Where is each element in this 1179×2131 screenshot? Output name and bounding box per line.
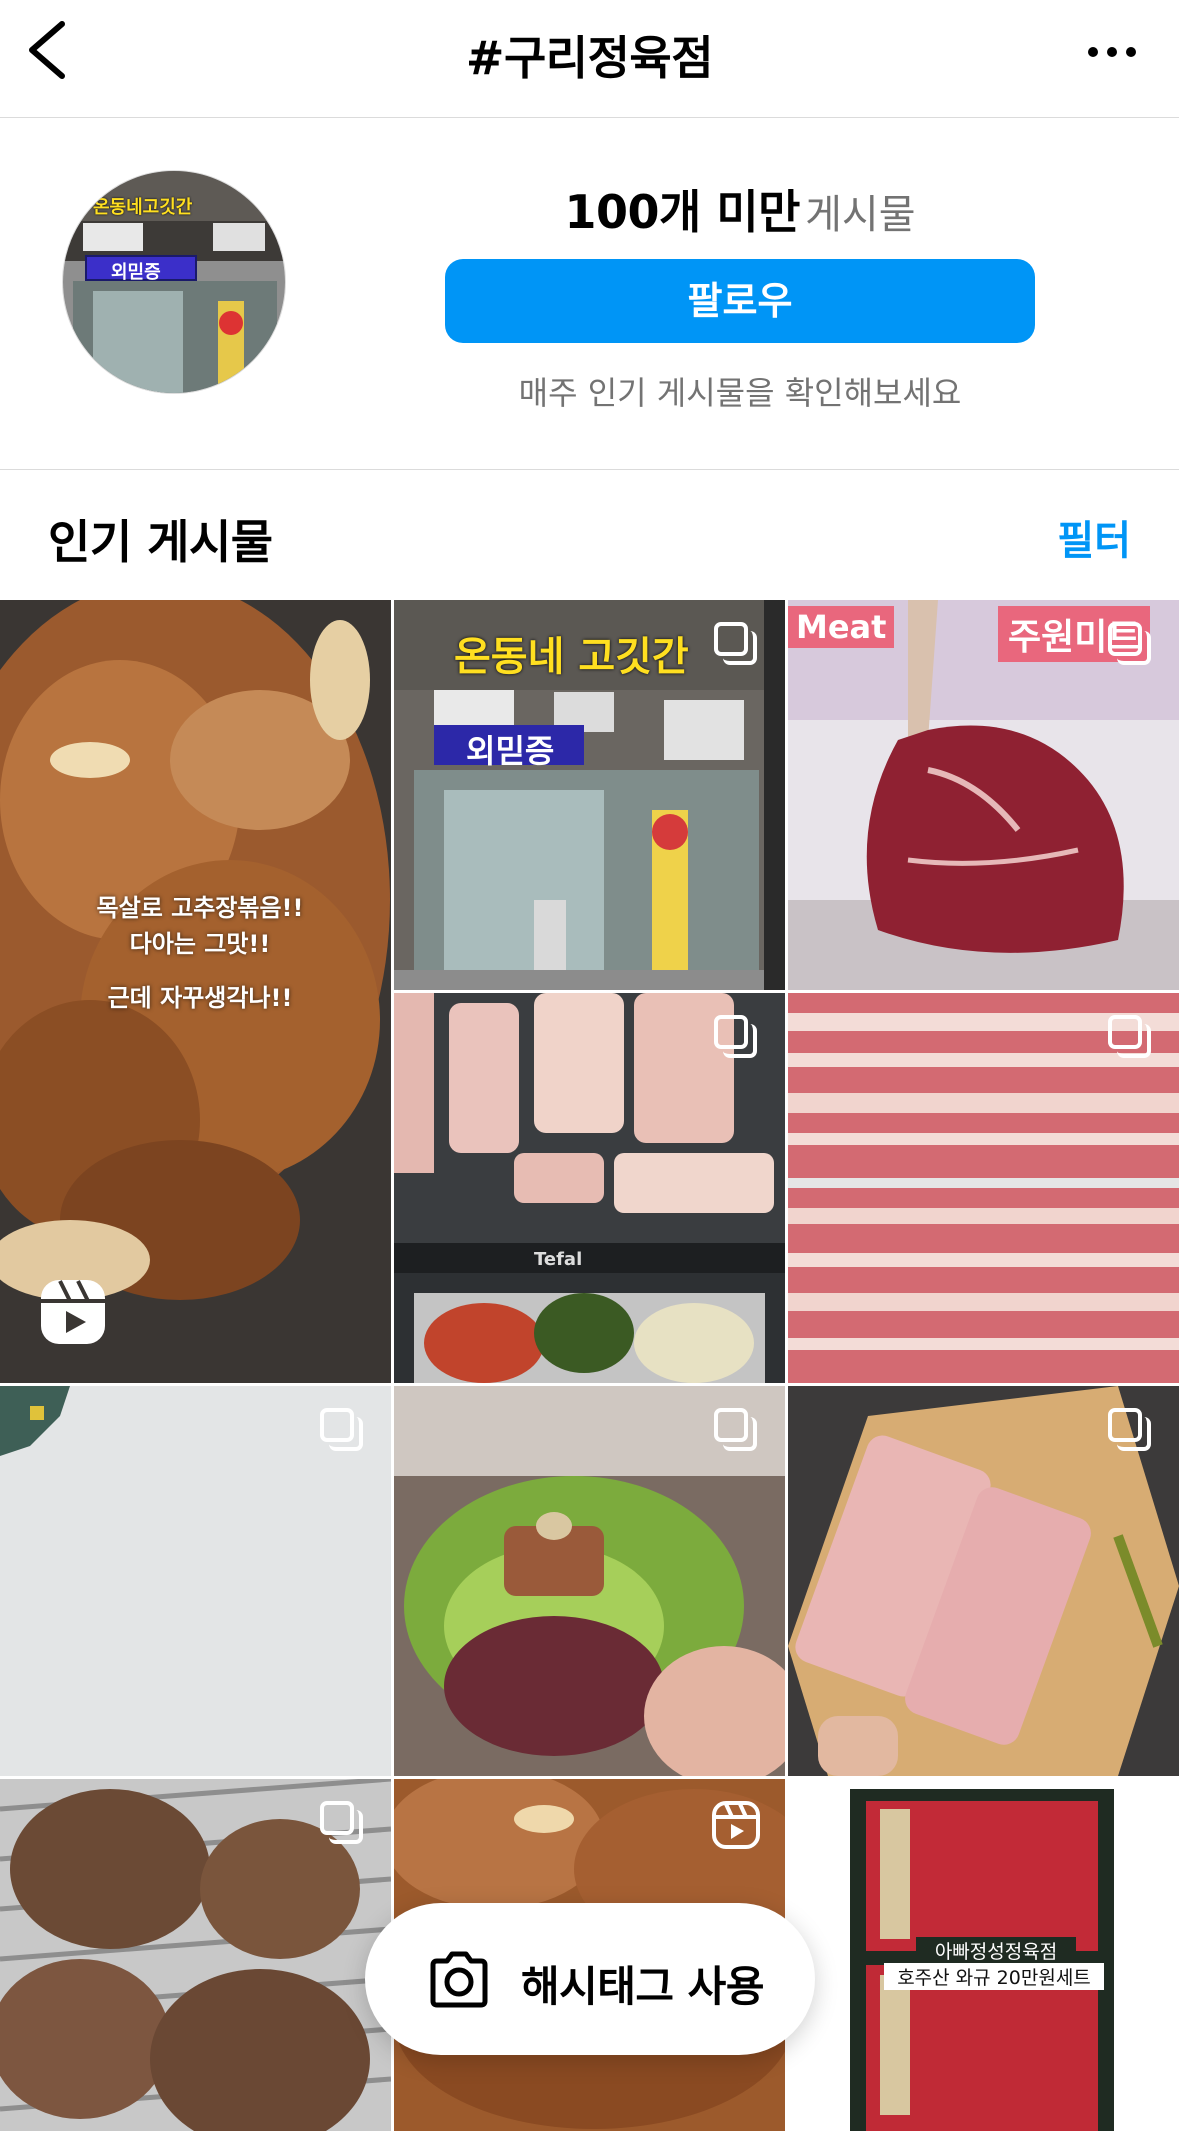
- post-tile-storefront[interactable]: 온동네 고깃간 외믿증: [394, 600, 785, 990]
- carousel-icon: [1108, 622, 1152, 666]
- post-grid: 목살로 고추장볶음!! 다아는 그맛!! 근데 자꾸생각나!! 온동네 고깃간 …: [0, 600, 1179, 2131]
- top-posts-header: 인기 게시물 필터: [0, 470, 1179, 600]
- post-tile-blank[interactable]: [0, 1386, 391, 1776]
- reel-caption-line2: 다아는 그맛!!: [129, 930, 271, 958]
- post-stats: 100개 미만 게시물: [445, 176, 1035, 242]
- post-tile-grill[interactable]: Tefal: [394, 993, 785, 1383]
- post-count: 100개 미만: [564, 185, 801, 239]
- post-tile-pork-belly[interactable]: [788, 993, 1179, 1383]
- gift-set-title: 호주산 와규 20만원세트: [884, 1963, 1104, 1990]
- post-tile-board[interactable]: [788, 1386, 1179, 1776]
- use-hashtag-label: 해시태그 사용: [521, 1962, 764, 2011]
- page-title: #구리정육점: [465, 31, 714, 85]
- meat-tag: Meat: [788, 606, 895, 648]
- post-tile-gift-set[interactable]: 아빠정성정육점 호주산 와규 20만원세트: [788, 1779, 1179, 2131]
- reels-icon: [712, 1801, 760, 1849]
- top-posts-hint: 매주 인기 게시물을 확인해보세요: [518, 374, 962, 412]
- avatar-sub-text: 외믿증: [111, 262, 161, 283]
- carousel-icon: [1108, 1408, 1152, 1452]
- post-tile-grate[interactable]: [0, 1779, 391, 2131]
- top-bar: #구리정육점: [0, 0, 1179, 118]
- reel-caption-line1: 목살로 고추장볶음!!: [96, 894, 304, 922]
- post-tile-reel[interactable]: 목살로 고추장볶음!! 다아는 그맛!! 근데 자꾸생각나!!: [0, 600, 391, 1383]
- carousel-icon: [714, 1015, 758, 1059]
- hashtag-profile: 온동네고깃간 외믿증 100개 미만 게시물 팔로우 매주 인기 게시물을 확인…: [0, 118, 1179, 470]
- reels-icon: [41, 1280, 105, 1344]
- post-tile-tomahawk[interactable]: Meat 주원미트: [788, 600, 1179, 990]
- carousel-icon: [320, 1801, 364, 1845]
- ellipsis-icon[interactable]: [1087, 46, 1137, 58]
- post-count-label: 게시물: [805, 192, 916, 238]
- reel-caption-line3: 근데 자꾸생각나!!: [107, 984, 293, 1012]
- avatar-sign-text: 온동네고깃간: [93, 197, 193, 218]
- gift-set-shop: 아빠정성정육점: [916, 1937, 1076, 1964]
- storefront-sign: 온동네 고깃간: [454, 634, 689, 680]
- carousel-icon: [1108, 1015, 1152, 1059]
- grill-brand: Tefal: [534, 1249, 583, 1270]
- carousel-icon: [320, 1408, 364, 1452]
- hashtag-avatar: 온동네고깃간 외믿증: [62, 170, 286, 394]
- follow-button[interactable]: 팔로우: [445, 259, 1035, 343]
- storefront-sub-sign: 외믿증: [466, 732, 555, 770]
- section-title: 인기 게시물: [48, 515, 273, 569]
- post-tile-wrap[interactable]: [394, 1386, 785, 1776]
- use-hashtag-button[interactable]: 해시태그 사용: [365, 1903, 815, 2055]
- carousel-icon: [714, 1408, 758, 1452]
- camera-icon: [430, 1951, 488, 2008]
- filter-button[interactable]: 필터: [1057, 508, 1131, 566]
- carousel-icon: [714, 622, 758, 666]
